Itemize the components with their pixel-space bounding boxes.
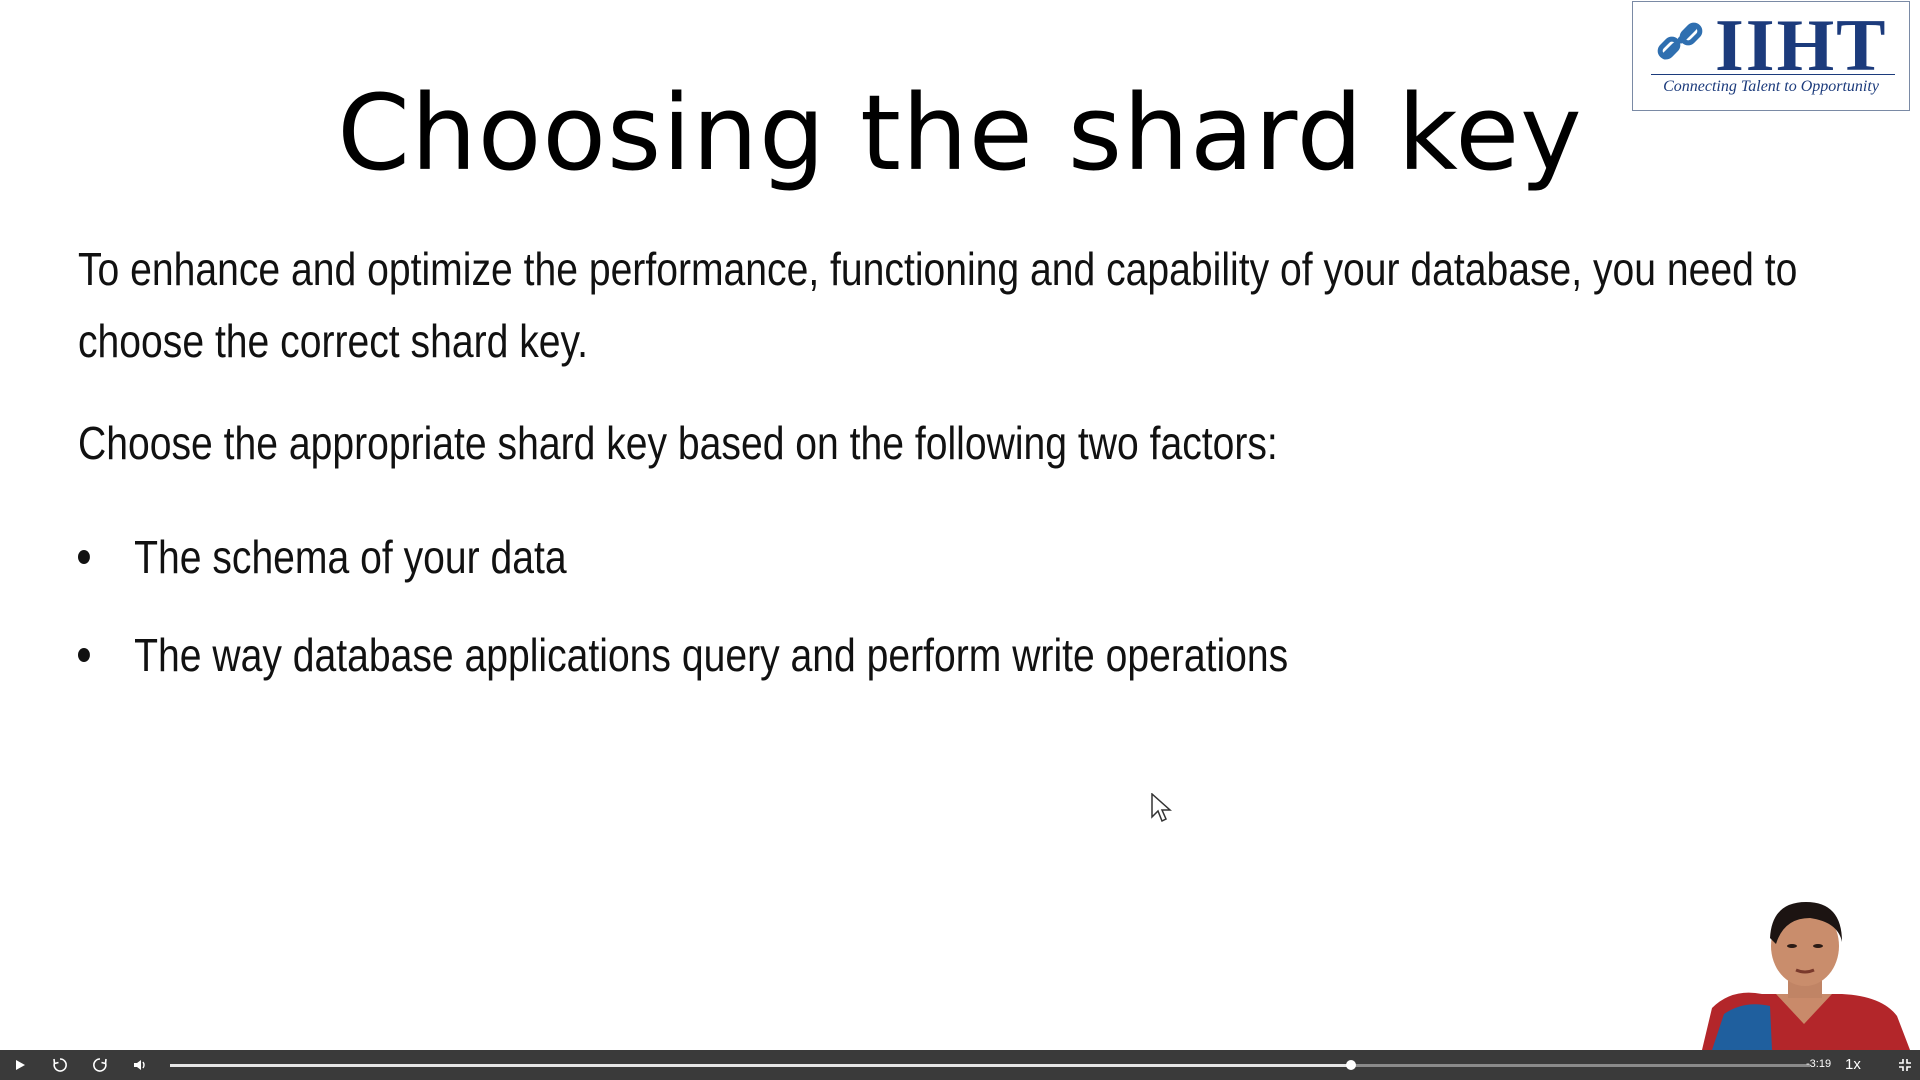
factor-text: The way database applications query and … [134, 629, 1289, 681]
logo-divider [1651, 74, 1895, 75]
volume-icon [134, 1060, 145, 1070]
rewind-10-button[interactable] [40, 1050, 80, 1080]
intro-line-1: To enhance and optimize the performance,… [78, 243, 1798, 295]
iiht-logo: IIHT Connecting Talent to Opportunity [1632, 1, 1910, 111]
rewind-10-icon [53, 1058, 67, 1072]
exit-fullscreen-button[interactable] [1890, 1050, 1920, 1080]
chain-link-icon [1657, 22, 1703, 60]
logo-brand: IIHT [1715, 5, 1888, 87]
list-item: The way database applications query and … [78, 606, 1288, 704]
list-item: The schema of your data [78, 508, 1288, 606]
seek-bar[interactable] [170, 1060, 1810, 1070]
play-icon [16, 1060, 25, 1070]
seek-handle[interactable] [1345, 1060, 1356, 1070]
factors-intro: Choose the appropriate shard key based o… [78, 417, 1278, 469]
forward-10-button[interactable] [80, 1050, 120, 1080]
bullet-icon [78, 550, 90, 564]
volume-button[interactable] [120, 1050, 160, 1080]
play-button[interactable] [0, 1050, 40, 1080]
slide: Choosing the shard key To enhance and op… [0, 0, 1920, 1050]
mouse-cursor-icon [1151, 793, 1172, 823]
video-controls: -3:19 1x [0, 1050, 1920, 1080]
intro-line-2: choose the correct shard key. [78, 315, 588, 367]
logo-tagline: Connecting Talent to Opportunity [1663, 78, 1879, 95]
seek-bar-played [170, 1064, 1351, 1067]
presenter-video [1692, 896, 1920, 1050]
bullet-icon [78, 648, 90, 662]
forward-10-icon [93, 1058, 107, 1072]
intro-paragraph: To enhance and optimize the performance,… [78, 233, 1821, 377]
factor-list: The schema of your data The way database… [78, 508, 1288, 704]
time-remaining: -3:19 [1806, 1058, 1832, 1070]
factor-text: The schema of your data [134, 531, 567, 583]
playback-speed-button[interactable]: 1x [1845, 1056, 1861, 1073]
exit-fullscreen-icon [1899, 1059, 1911, 1071]
